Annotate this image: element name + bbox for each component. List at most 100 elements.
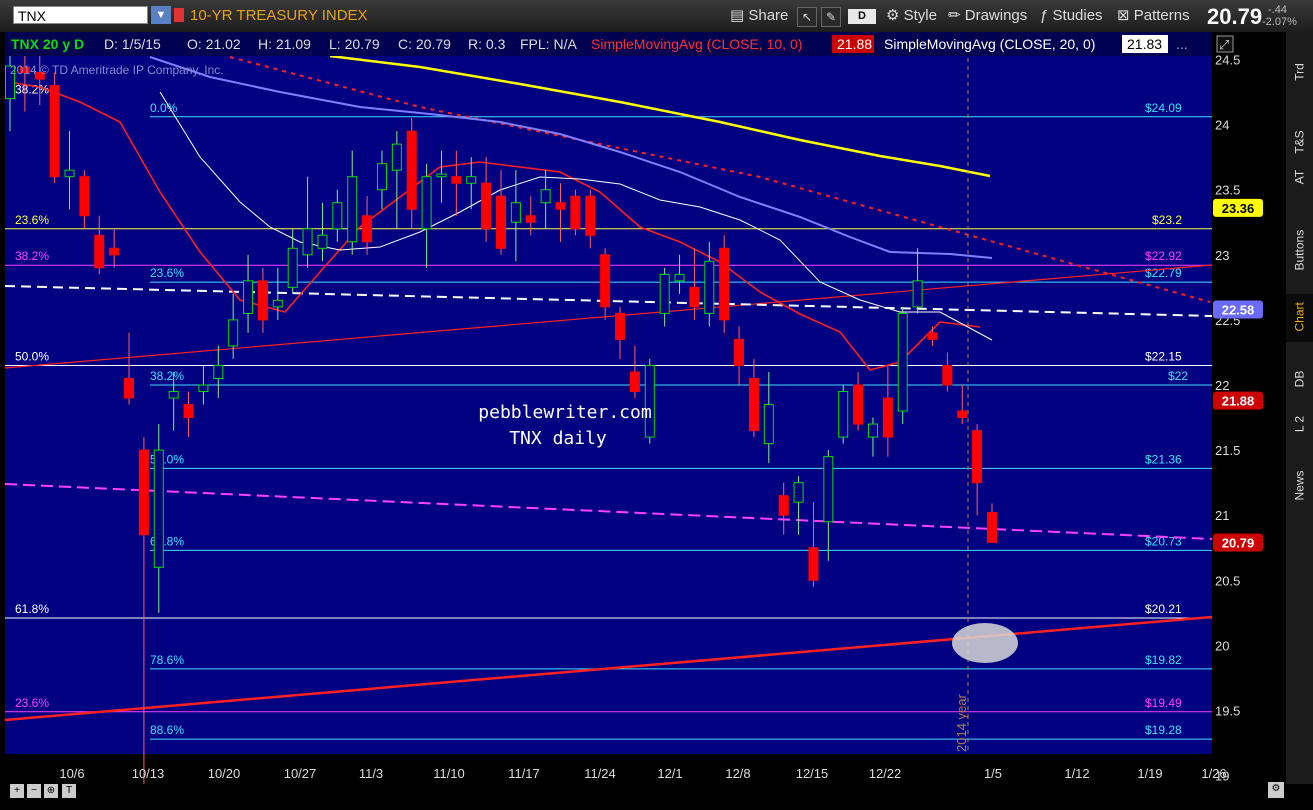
header-sma20-value: 21.83 xyxy=(1127,36,1162,52)
drawing-text-icon[interactable]: T xyxy=(62,784,76,798)
candle-body xyxy=(496,195,506,249)
candle-body xyxy=(763,404,774,445)
candle-body xyxy=(347,176,358,243)
patterns-button[interactable]: ⊠ Patterns xyxy=(1117,6,1190,26)
candle-body xyxy=(168,391,179,399)
header-open: O: 21.02 xyxy=(187,36,241,52)
y-tick-label: 23.5 xyxy=(1215,183,1240,198)
plot-area[interactable] xyxy=(5,32,1212,754)
y-tick-label: 24.5 xyxy=(1215,53,1240,68)
candle-body xyxy=(704,260,715,314)
fib-label: 23.6% xyxy=(15,213,49,227)
candle-body xyxy=(362,215,373,243)
candle-body xyxy=(421,176,432,230)
studies-label: Studies xyxy=(1052,7,1103,24)
flag-icon[interactable] xyxy=(174,8,184,22)
zoom-fit-icon[interactable]: ⊕ xyxy=(44,784,58,798)
side-tab-trd[interactable]: Trd xyxy=(1286,52,1313,92)
y-tick-label: 19.5 xyxy=(1215,704,1240,719)
candle-body xyxy=(64,169,75,178)
year-marker: 2014 year xyxy=(954,694,969,752)
x-tick-label: 12/22 xyxy=(869,766,902,781)
candle-body xyxy=(555,202,566,210)
candle-body xyxy=(436,173,447,178)
side-tab-ts[interactable]: T&S xyxy=(1286,117,1313,167)
copyright-text: 2014 © TD Ameritrade IP Company, Inc. xyxy=(10,63,224,77)
candle-body xyxy=(153,449,164,568)
candle-body xyxy=(287,247,298,288)
x-tick-label: 12/15 xyxy=(796,766,829,781)
chevron-down-icon: ▼ xyxy=(155,9,167,21)
y-tick-label: 22 xyxy=(1215,378,1229,393)
header-sma10-label: SimpleMovingAvg (CLOSE, 10, 0) xyxy=(591,36,802,52)
drawings-label: Drawings xyxy=(964,7,1028,24)
style-button[interactable]: ⚙ Style xyxy=(886,6,937,26)
target-highlight xyxy=(952,623,1018,663)
side-tab-at[interactable]: AT xyxy=(1286,162,1313,192)
x-tick-label: 1/5 xyxy=(984,766,1002,781)
candle-body xyxy=(94,234,105,269)
settings-icon[interactable]: ⚙ xyxy=(1268,782,1284,798)
candle-body xyxy=(674,273,685,282)
candle-body xyxy=(109,247,120,256)
daily-button[interactable]: D xyxy=(848,9,876,24)
y-tick-label: 20 xyxy=(1215,638,1229,653)
side-tab-label: L 2 xyxy=(1292,415,1307,433)
side-tab-label: Buttons xyxy=(1292,229,1307,271)
fib-value: $20.21 xyxy=(1145,602,1182,616)
cursor-icon: ↖ xyxy=(801,10,813,24)
price-bubble-label: 20.79 xyxy=(1222,536,1255,551)
x-tick-label: 1/19 xyxy=(1137,766,1162,781)
chart-canvas[interactable]: 0.0% $24.09 38.2% 23.6% $23.2 38.2% $22.92 23.6… xyxy=(0,32,1286,784)
share-button[interactable]: ▤ Share xyxy=(730,6,788,26)
y-tick-label: 21.5 xyxy=(1215,443,1240,458)
fib-value: $22.92 xyxy=(1145,249,1182,263)
header-sma10-value: 21.88 xyxy=(837,36,872,52)
symbol-dropdown-button[interactable]: ▼ xyxy=(151,6,171,24)
x-tick-label: 10/13 xyxy=(132,766,165,781)
candle-body xyxy=(600,254,611,308)
fib-value: $19.82 xyxy=(1145,653,1182,667)
header-sma20-label: SimpleMovingAvg (CLOSE, 20, 0) xyxy=(884,36,1095,52)
symbol-description: 10-YR TREASURY INDEX xyxy=(190,7,368,24)
candle-body xyxy=(302,228,313,256)
x-tick-label: 12/8 xyxy=(725,766,750,781)
symbol-input[interactable]: TNX xyxy=(13,6,148,24)
side-tab-chart[interactable]: Chart xyxy=(1286,294,1313,342)
side-tab-label: Chart xyxy=(1292,302,1307,332)
candle-body xyxy=(540,189,551,204)
header-symbol: TNX 20 y D xyxy=(11,36,84,52)
side-tab-l2[interactable]: L 2 xyxy=(1286,407,1313,441)
cursor-tool-button[interactable]: ↖ xyxy=(797,7,817,27)
side-tab-news[interactable]: News xyxy=(1286,462,1313,512)
candle-body xyxy=(243,280,254,314)
drawings-button[interactable]: ✏ Drawings xyxy=(948,6,1027,26)
header-more[interactable]: ... xyxy=(1176,36,1188,52)
x-tick-label: 11/17 xyxy=(508,766,540,781)
candle-body xyxy=(49,85,60,178)
fib-label: 23.6% xyxy=(150,266,184,280)
candle-body xyxy=(808,547,819,581)
zoom-out-icon[interactable]: − xyxy=(27,784,41,798)
candle-body xyxy=(912,280,923,308)
side-tab-db[interactable]: DB xyxy=(1286,362,1313,396)
candle-body xyxy=(213,364,224,379)
candle-body xyxy=(659,273,670,314)
side-tab-buttons[interactable]: Buttons xyxy=(1286,222,1313,292)
candle-body xyxy=(510,202,521,223)
fib-value: $22 xyxy=(1168,369,1188,383)
candle-body xyxy=(451,176,462,184)
zoom-in-icon[interactable]: + xyxy=(10,784,24,798)
side-tab-label: AT xyxy=(1292,169,1307,185)
share-label: Share xyxy=(748,7,789,24)
candle-body xyxy=(987,512,997,544)
candle-body xyxy=(228,319,239,347)
candle-body xyxy=(615,312,626,340)
side-tab-label: Trd xyxy=(1292,63,1307,81)
fib-label: 50.0% xyxy=(15,349,49,363)
side-tab-label: T&S xyxy=(1292,130,1307,154)
wrench-button[interactable]: ✎ xyxy=(821,7,841,27)
maximize-icon: ⤢ xyxy=(1219,37,1229,52)
price-bubble-label: 23.36 xyxy=(1222,201,1255,216)
studies-button[interactable]: ƒ Studies xyxy=(1040,6,1103,26)
